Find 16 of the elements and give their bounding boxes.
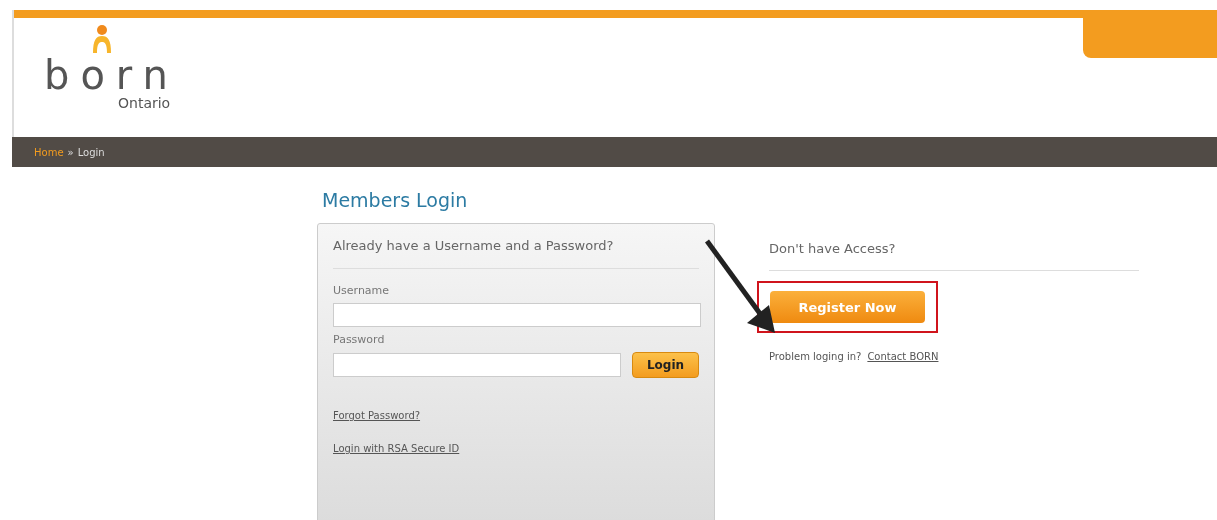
person-logo-icon xyxy=(90,24,114,54)
breadcrumb-current: Login xyxy=(77,146,105,158)
breadcrumb-link[interactable]: Home xyxy=(34,146,64,158)
panel-heading: Already have a Username and a Password? xyxy=(333,238,615,253)
field-label: Username xyxy=(333,284,391,297)
input-field[interactable] xyxy=(333,353,621,377)
text-link[interactable]: Forgot Password? xyxy=(333,410,699,421)
input-field[interactable] xyxy=(333,303,701,327)
text-link[interactable]: Login with RSA Secure ID xyxy=(333,443,699,454)
page-title: Members Login xyxy=(322,189,469,211)
help-text: Problem loging in? xyxy=(769,351,862,362)
contact-link[interactable]: Contact BORN xyxy=(867,351,939,362)
breadcrumb-separator: » xyxy=(67,146,74,158)
section-heading: Don't have Access? xyxy=(769,241,897,256)
field-label: Password xyxy=(333,333,386,346)
login-button[interactable]: Login xyxy=(632,352,699,378)
